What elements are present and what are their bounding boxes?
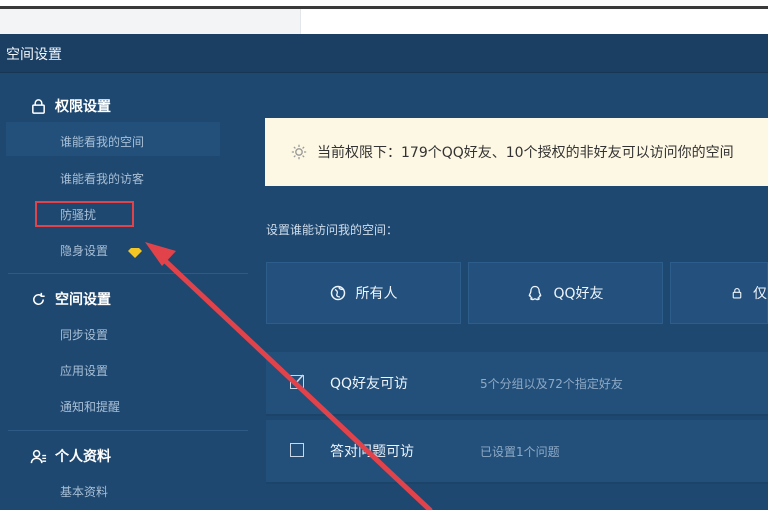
sidebar-item-app-settings[interactable]: 应用设置 (60, 362, 108, 379)
sidebar-item-stealth-settings[interactable]: 隐身设置 (60, 242, 108, 259)
access-setting-label: 设置谁能访问我的空间： (266, 223, 399, 237)
option-everyone[interactable]: 所有人 (266, 262, 461, 324)
option-qq-friends[interactable]: QQ好友 (468, 262, 663, 324)
sidebar-item-who-can-view-space[interactable]: 谁能看我的空间 (60, 133, 144, 150)
sidebar-section-personal-info[interactable]: 个人资料 (30, 446, 111, 466)
sidebar-section-title: 权限设置 (55, 99, 111, 115)
row-label: 答对问题可访 (330, 444, 414, 460)
row-description: 已设置1个问题 (480, 445, 560, 459)
row-description: 5个分组以及72个指定好友 (480, 377, 623, 391)
qq-icon (529, 285, 542, 301)
globe-icon (330, 285, 345, 301)
sidebar-section-title: 个人资料 (55, 449, 111, 465)
person-icon (30, 449, 47, 463)
sidebar-section-permissions[interactable]: 权限设置 (30, 96, 111, 116)
sidebar-divider (8, 430, 248, 431)
lock-icon (32, 98, 45, 114)
row-divider (266, 482, 768, 484)
row-label: QQ好友可访 (330, 376, 409, 392)
window-title: 空间设置 (6, 47, 62, 63)
option-label: QQ好友 (553, 286, 604, 302)
browser-tab-area (0, 9, 301, 34)
vip-diamond-icon (128, 248, 142, 258)
anti-harassment-highlight-box (35, 201, 134, 227)
browser-top-strip (0, 0, 768, 34)
sidebar-item-who-can-view-visitors[interactable]: 谁能看我的访客 (60, 170, 144, 187)
option-only[interactable]: 仅 (670, 262, 768, 324)
sidebar-divider (8, 273, 248, 274)
notice-text: 当前权限下：179个QQ好友、10个授权的非好友可以访问你的空间 (317, 145, 734, 161)
access-row-answer-question[interactable]: 答对问题可访 已设置1个问题 (266, 420, 768, 482)
sidebar-section-space-settings[interactable]: 空间设置 (30, 289, 111, 309)
checkbox-qq-friends[interactable] (290, 374, 304, 389)
permission-notice: 当前权限下：179个QQ好友、10个授权的非好友可以访问你的空间 (265, 118, 768, 186)
access-row-qq-friends[interactable]: QQ好友可访 5个分组以及72个指定好友 (266, 352, 768, 414)
option-label: 仅 (753, 286, 767, 302)
refresh-icon (33, 292, 45, 305)
title-bar: 空间设置 (0, 34, 768, 73)
lock-icon (732, 287, 742, 299)
sidebar-item-notifications[interactable]: 通知和提醒 (60, 398, 120, 415)
sun-icon (291, 144, 307, 160)
sidebar-section-title: 空间设置 (55, 292, 111, 308)
row-divider (266, 414, 768, 416)
sidebar-item-sync-settings[interactable]: 同步设置 (60, 326, 108, 343)
option-label: 所有人 (355, 286, 398, 302)
checkmark-icon (291, 374, 304, 385)
checkbox-answer-question[interactable] (290, 443, 304, 457)
sidebar-item-basic-info[interactable]: 基本资料 (60, 483, 108, 500)
